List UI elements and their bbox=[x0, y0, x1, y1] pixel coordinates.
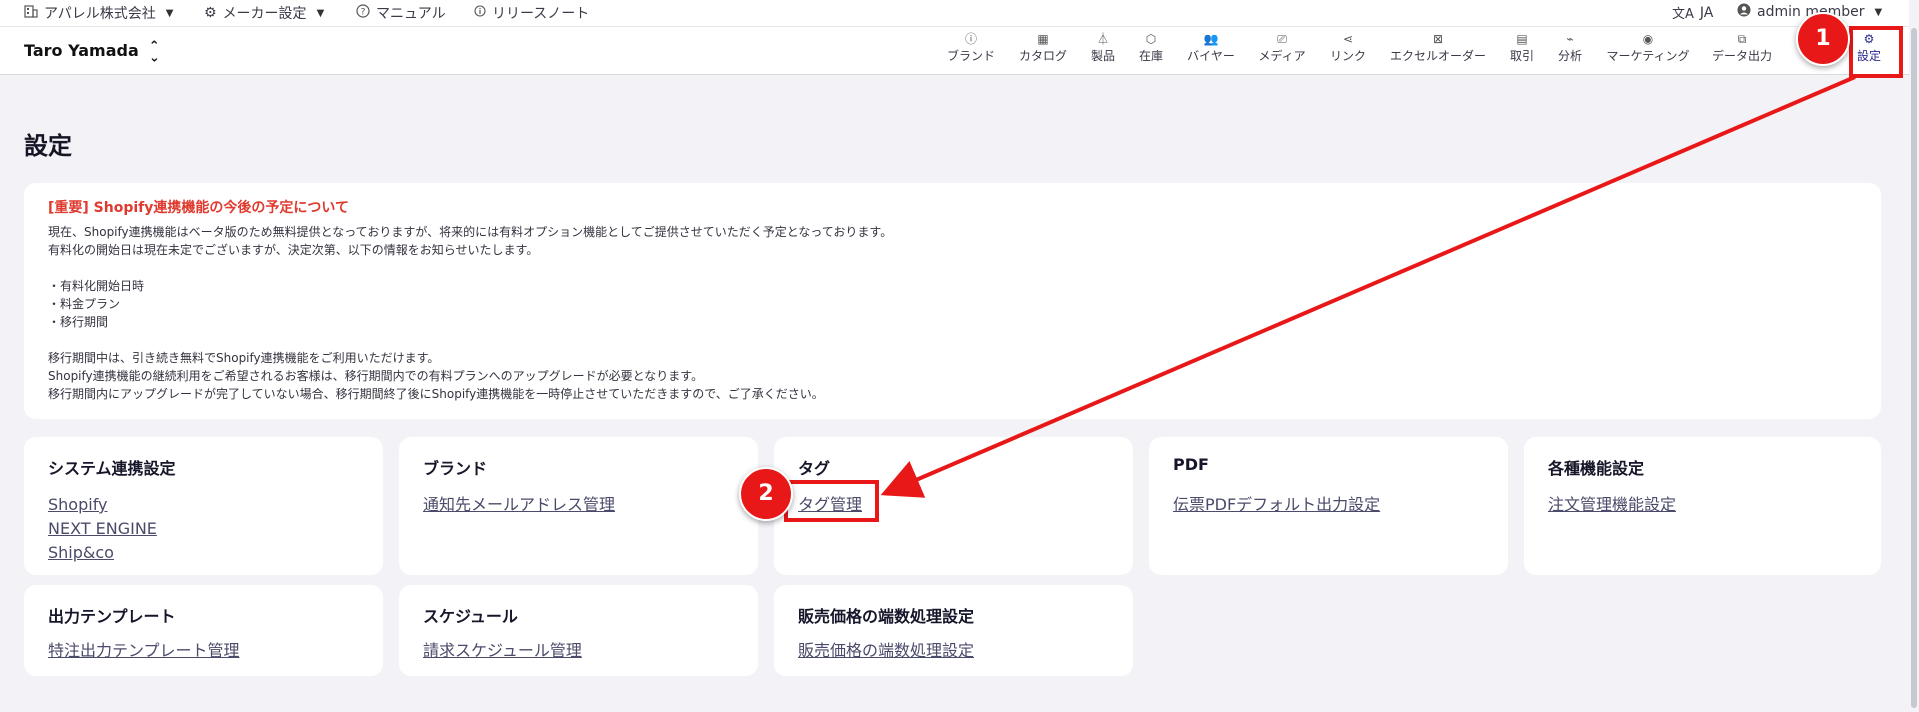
highlight-settings-box bbox=[1849, 26, 1903, 78]
step-badge-2: 2 bbox=[739, 467, 793, 521]
step-badge-1: 1 bbox=[1796, 12, 1850, 66]
scrollbar[interactable] bbox=[1909, 0, 1919, 712]
annotation-arrow bbox=[880, 75, 1856, 498]
scrollbar-thumb[interactable] bbox=[1911, 28, 1917, 708]
highlight-tag-management-box bbox=[784, 480, 879, 522]
